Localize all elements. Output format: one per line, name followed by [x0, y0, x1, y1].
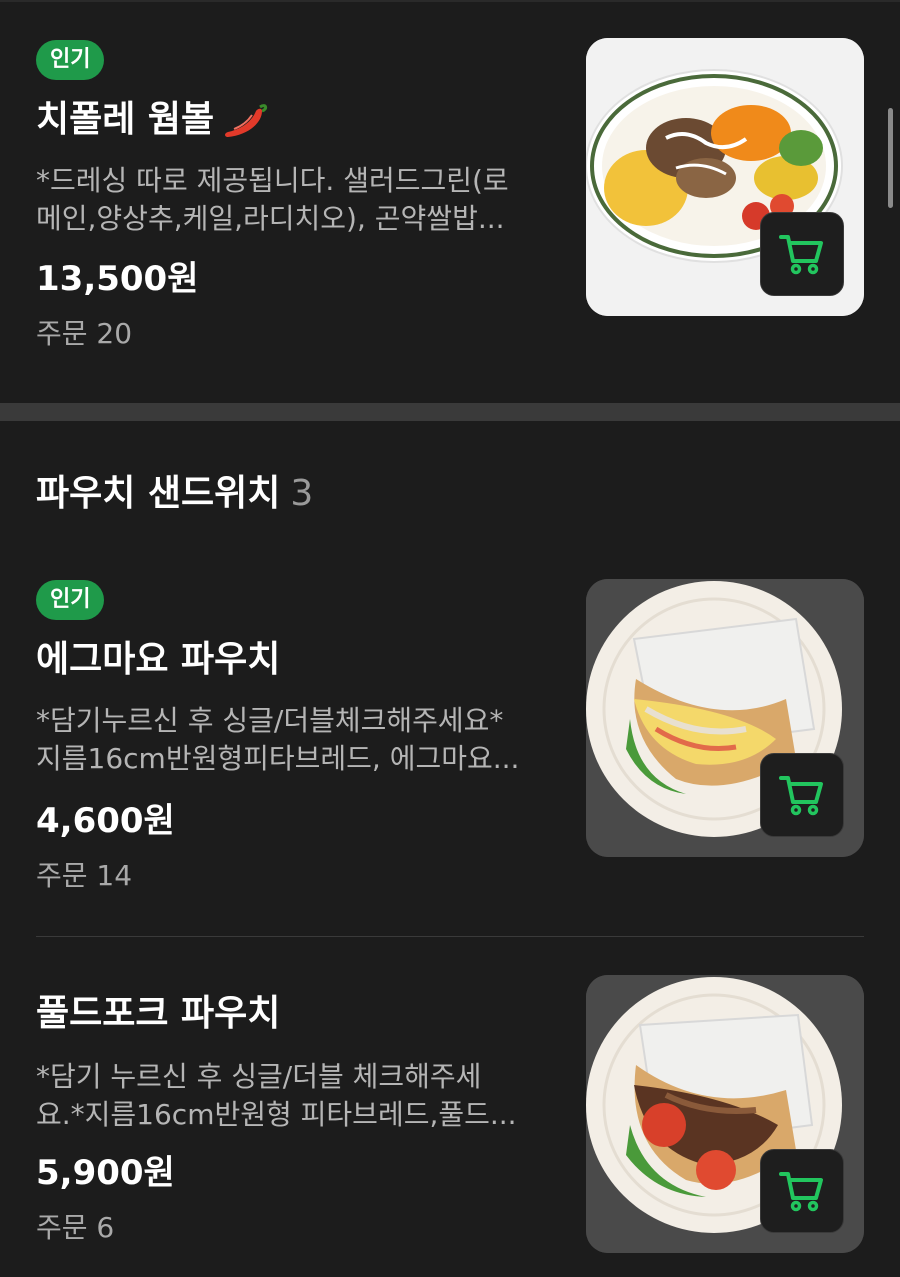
- menu-item-name: 치폴레 웜볼: [36, 98, 268, 142]
- section-title: 파우치 샌드위치 3: [36, 473, 314, 514]
- popular-badge: 인기: [36, 580, 105, 620]
- menu-item-price: 13,500원: [36, 259, 199, 299]
- menu-item-order-count: 주문 6: [36, 1211, 115, 1244]
- salad-bowl-image[interactable]: [586, 38, 864, 316]
- section-item-count: 3: [290, 473, 314, 514]
- item-divider: [36, 936, 864, 937]
- menu-item-name: 에그마요 파우치: [36, 639, 281, 680]
- menu-item-description: *담기누르신 후 싱글/더블체크해주세요* 지름16cm반원형피타브레드, 에그…: [36, 704, 520, 775]
- chili-pepper-icon: [225, 104, 268, 137]
- shopping-cart-icon: [779, 776, 823, 816]
- menu-item-price: 4,600원: [36, 801, 175, 841]
- add-to-cart-button[interactable]: [760, 212, 844, 296]
- menu-list-page: 인기 치폴레 웜볼 *드레싱 따로 제공됩니다. 샐러드그린(로 메인,양상추,…: [0, 0, 900, 1277]
- add-to-cart-button[interactable]: [760, 753, 844, 837]
- menu-item-order-count: 주문 20: [36, 317, 133, 350]
- menu-item-description: *드레싱 따로 제공됩니다. 샐러드그린(로 메인,양상추,케일,라디치오), …: [36, 164, 509, 235]
- menu-item-order-count: 주문 14: [36, 859, 133, 892]
- scrollbar[interactable]: [888, 108, 893, 208]
- add-to-cart-button[interactable]: [760, 1149, 844, 1233]
- top-divider: [0, 0, 900, 2]
- menu-item-description: *담기 누르신 후 싱글/더블 체크해주세 요.*지름16cm반원형 피타브레드…: [36, 1060, 517, 1131]
- pulled-pork-pita-image[interactable]: [586, 975, 864, 1253]
- popular-badge: 인기: [36, 40, 105, 80]
- menu-item-name: 풀드포크 파우치: [36, 993, 281, 1034]
- egg-mayo-pita-image[interactable]: [586, 579, 864, 857]
- menu-item-price: 5,900원: [36, 1153, 175, 1193]
- section-separator: [0, 403, 900, 421]
- shopping-cart-icon: [779, 235, 823, 275]
- shopping-cart-icon: [779, 1172, 823, 1212]
